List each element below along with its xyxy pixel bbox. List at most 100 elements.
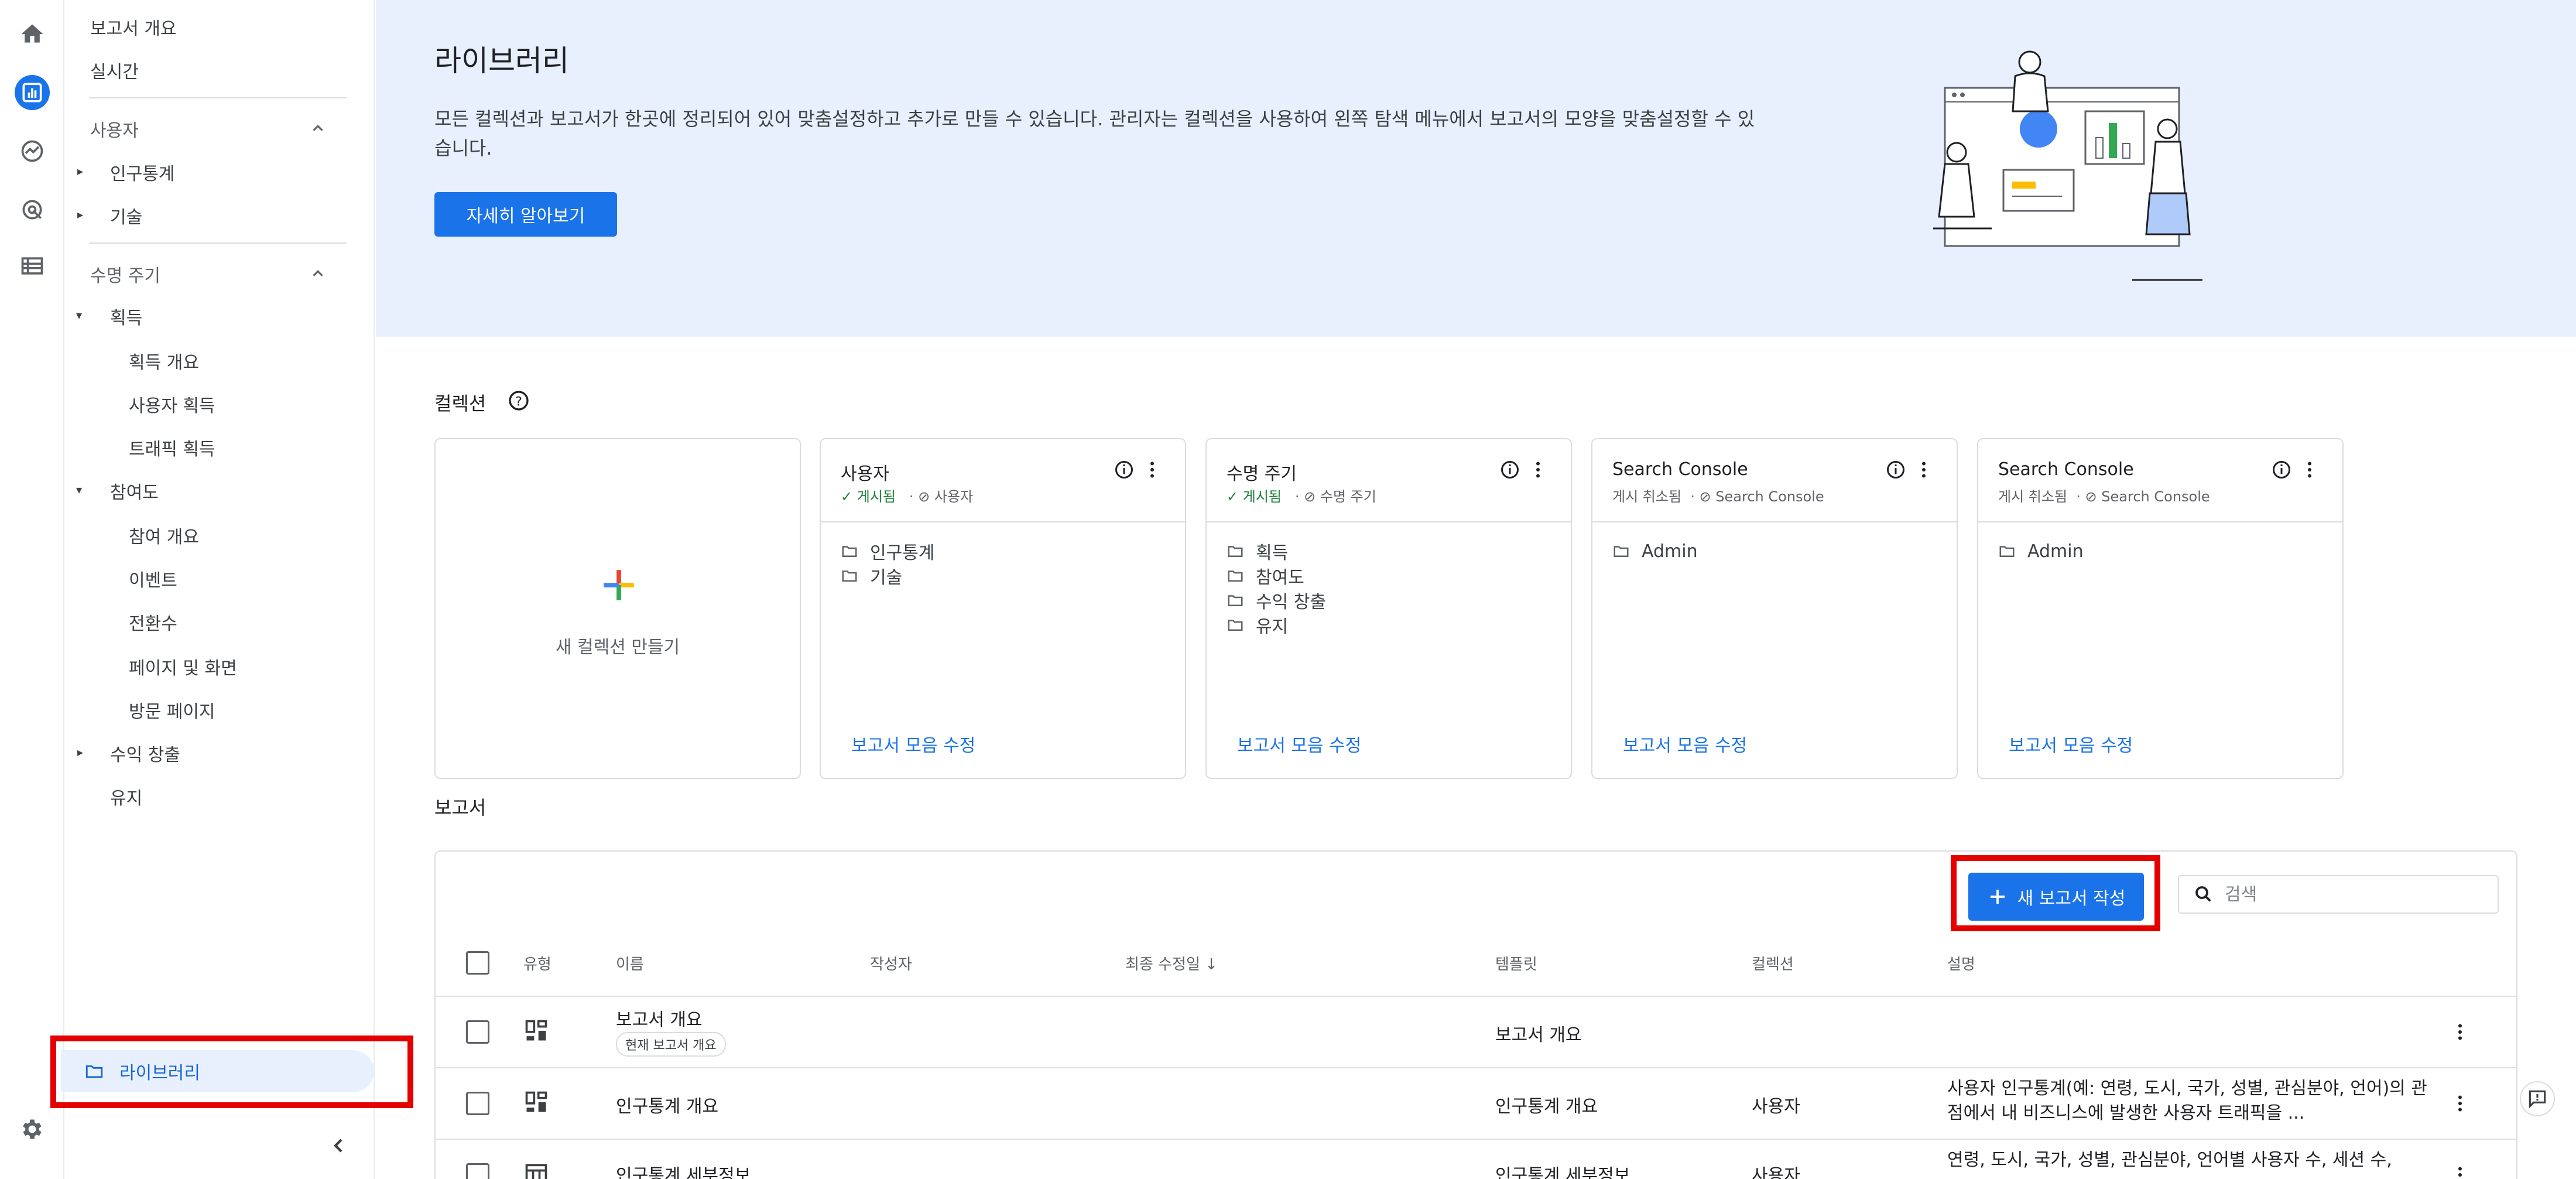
- nav-user-acquisition[interactable]: 사용자 획득: [129, 391, 215, 417]
- col-author[interactable]: 작성자: [870, 952, 912, 974]
- collapse-sidebar-chevron-icon[interactable]: [327, 1134, 350, 1157]
- hero-description: 모든 컬렉션과 보고서가 한곳에 정리되어 있어 맞춤설정하고 추가로 만들 수…: [434, 108, 1755, 159]
- col-collection[interactable]: 컬렉션: [1752, 952, 1794, 974]
- nav-events[interactable]: 이벤트: [129, 566, 177, 592]
- collection-card[interactable]: 사용자 ✓ 게시됨 · ⊘ 사용자 인구통계 기술 보고서 모음 수정: [820, 438, 1186, 779]
- more-vert-icon[interactable]: [2450, 1093, 2471, 1114]
- folder-item[interactable]: 기술: [841, 563, 934, 588]
- edit-collection-link[interactable]: 보고서 모음 수정: [851, 731, 975, 757]
- collection-status: 게시 취소됨 · ⊘ Search Console: [1612, 488, 1824, 505]
- chevron-up-icon[interactable]: [309, 119, 327, 137]
- folder-list: Admin: [1612, 539, 1698, 563]
- collection-title: 수명 주기: [1227, 464, 1297, 484]
- new-collection-label: 새 컬렉션 만들기: [555, 637, 680, 658]
- row-checkbox[interactable]: [466, 1020, 489, 1044]
- nav-retention[interactable]: 유지: [110, 784, 142, 809]
- report-name[interactable]: 보고서 개요: [616, 1005, 703, 1031]
- more-vert-icon[interactable]: [1142, 459, 1163, 480]
- more-vert-icon[interactable]: [1913, 459, 1934, 480]
- info-icon[interactable]: [1114, 459, 1135, 480]
- more-vert-icon[interactable]: [2450, 1021, 2471, 1043]
- new-collection-card[interactable]: 새 컬렉션 만들기: [434, 438, 801, 779]
- col-name[interactable]: 이름: [616, 952, 644, 974]
- info-icon[interactable]: [1499, 459, 1520, 480]
- search-input[interactable]: [2225, 884, 2482, 905]
- nav-pages-screens[interactable]: 페이지 및 화면: [129, 654, 237, 679]
- folder-icon: [1228, 570, 1243, 582]
- folder-item[interactable]: 인구통계: [841, 539, 934, 563]
- feedback-button[interactable]: [2520, 1081, 2555, 1116]
- info-icon[interactable]: [2271, 459, 2292, 480]
- dashboard-icon: [525, 1091, 547, 1112]
- folder-icon: [1228, 546, 1243, 557]
- nav-traffic-acquisition[interactable]: 트래픽 획득: [129, 435, 215, 460]
- collapse-arrow-icon[interactable]: ▾: [76, 483, 82, 497]
- nav-conversions[interactable]: 전환수: [129, 609, 177, 635]
- expand-arrow-icon[interactable]: ▸: [77, 207, 83, 221]
- side-navigation: 보고서 개요 실시간 사용자 ▸ 인구통계 ▸ 기술 수명 주기 ▾ 획득 획득…: [64, 0, 375, 1179]
- learn-more-button[interactable]: 자세히 알아보기: [434, 192, 617, 237]
- list-icon[interactable]: [15, 248, 50, 283]
- nav-engagement-overview[interactable]: 참여 개요: [129, 522, 199, 548]
- nav-engagement[interactable]: 참여도: [110, 478, 159, 504]
- folder-item[interactable]: 획득: [1227, 539, 1326, 563]
- nav-realtime[interactable]: 실시간: [90, 57, 139, 83]
- nav-acquisition-overview[interactable]: 획득 개요: [129, 348, 199, 374]
- row-checkbox[interactable]: [466, 1163, 489, 1179]
- report-name[interactable]: 인구통계 개요: [616, 1092, 718, 1118]
- home-icon[interactable]: [15, 16, 50, 52]
- more-vert-icon[interactable]: [2299, 459, 2320, 480]
- explore-icon[interactable]: [15, 134, 50, 169]
- nav-tech[interactable]: 기술: [110, 203, 142, 228]
- collection-card[interactable]: 수명 주기 ✓ 게시됨 · ⊘ 수명 주기 획득 참여도 수익 창출 유지 보고…: [1205, 438, 1572, 779]
- folder-item[interactable]: 수익 창출: [1227, 588, 1326, 613]
- settings-gear-icon[interactable]: [15, 1112, 50, 1147]
- edit-collection-link[interactable]: 보고서 모음 수정: [2009, 731, 2133, 757]
- collection-title: 사용자: [841, 464, 889, 484]
- help-icon[interactable]: ?: [507, 389, 530, 412]
- collection-card[interactable]: Search Console 게시 취소됨 · ⊘ Search Console…: [1977, 438, 2344, 779]
- select-all-checkbox[interactable]: [466, 951, 489, 975]
- current-overview-chip: 현재 보고서 개요: [616, 1032, 726, 1057]
- nav-landing-page[interactable]: 방문 페이지: [129, 697, 215, 723]
- report-name[interactable]: 인구통계 세부정보: [616, 1161, 751, 1179]
- expand-arrow-icon[interactable]: ▸: [77, 745, 83, 759]
- folder-icon: [1614, 546, 1629, 557]
- col-modified[interactable]: 최종 수정일 ↓: [1125, 952, 1218, 974]
- edit-collection-link[interactable]: 보고서 모음 수정: [1623, 731, 1747, 757]
- nav-demographics[interactable]: 인구통계: [110, 159, 174, 185]
- search-field[interactable]: [2178, 875, 2499, 914]
- more-vert-icon[interactable]: [1527, 459, 1549, 480]
- collapse-arrow-icon[interactable]: ▾: [76, 308, 82, 322]
- collection-card[interactable]: Search Console 게시 취소됨 · ⊘ Search Console…: [1591, 438, 1958, 779]
- report-collection: 사용자: [1752, 1096, 1800, 1117]
- more-vert-icon[interactable]: [2450, 1164, 2471, 1179]
- collection-status: 게시 취소됨 · ⊘ Search Console: [1998, 488, 2210, 505]
- advertising-icon[interactable]: [15, 192, 50, 227]
- folder-icon: [842, 570, 857, 582]
- nav-acquisition[interactable]: 획득: [110, 303, 142, 329]
- col-type[interactable]: 유형: [523, 952, 551, 974]
- folder-item[interactable]: 참여도: [1227, 563, 1326, 588]
- reports-icon[interactable]: [15, 75, 50, 110]
- col-template[interactable]: 템플릿: [1495, 952, 1537, 974]
- folder-item[interactable]: Admin: [1998, 539, 2084, 563]
- table-icon: [525, 1164, 547, 1179]
- expand-arrow-icon[interactable]: ▸: [77, 164, 83, 178]
- info-icon[interactable]: [1885, 459, 1906, 480]
- nav-section-user[interactable]: 사용자: [90, 116, 139, 142]
- row-checkbox[interactable]: [466, 1092, 489, 1115]
- header-divider: [436, 996, 2516, 997]
- folder-item[interactable]: 유지: [1227, 613, 1326, 637]
- nav-report-overview[interactable]: 보고서 개요: [90, 14, 177, 40]
- feedback-icon: [2529, 1090, 2546, 1109]
- nav-monetization[interactable]: 수익 창출: [110, 740, 180, 766]
- row-divider: [436, 1139, 2516, 1140]
- dashboard-icon: [525, 1020, 547, 1041]
- report-template: 인구통계 세부정보: [1495, 1166, 1630, 1179]
- col-description[interactable]: 설명: [1947, 952, 1975, 974]
- chevron-up-icon[interactable]: [309, 265, 327, 282]
- nav-section-lifecycle[interactable]: 수명 주기: [90, 261, 160, 287]
- folder-item[interactable]: Admin: [1612, 539, 1698, 563]
- edit-collection-link[interactable]: 보고서 모음 수정: [1237, 731, 1361, 757]
